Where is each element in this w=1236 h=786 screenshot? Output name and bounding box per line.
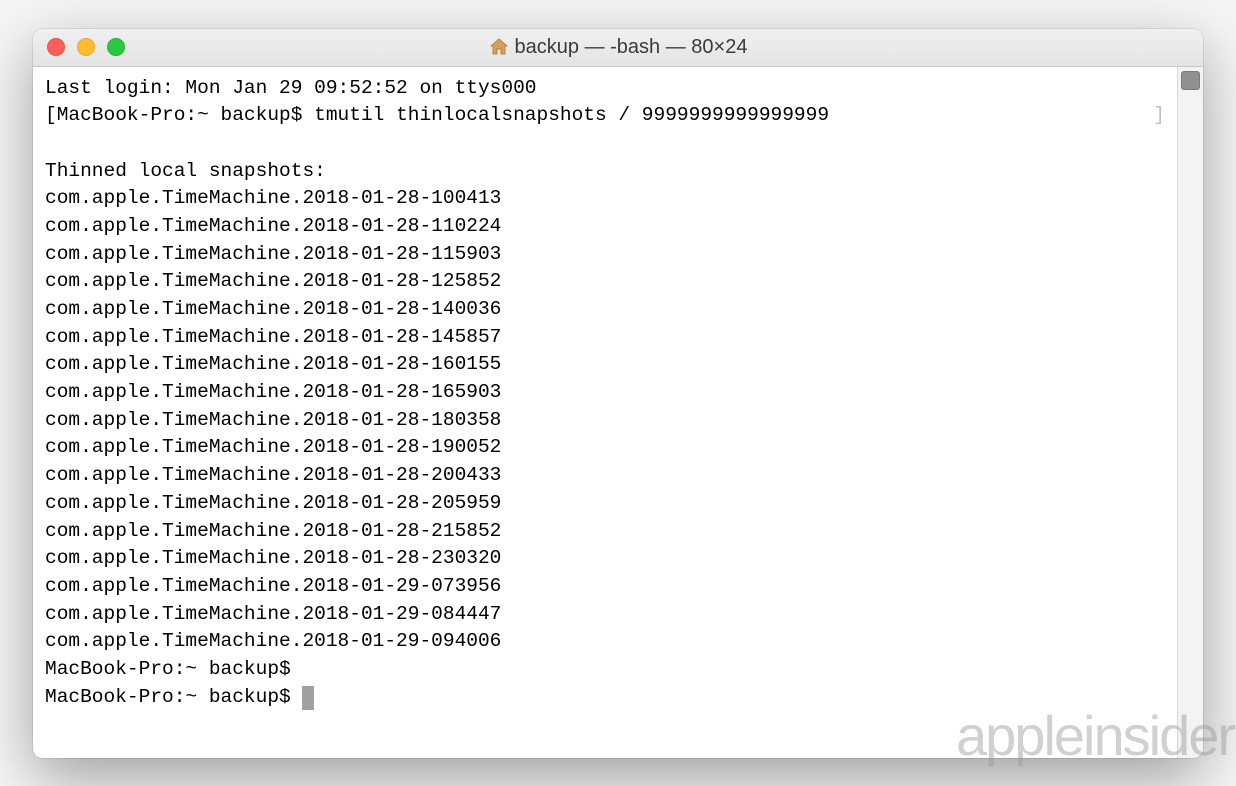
snapshot-line: com.apple.TimeMachine.2018-01-29-084447 [45,601,1165,629]
snapshot-line: com.apple.TimeMachine.2018-01-28-125852 [45,268,1165,296]
cursor [302,686,314,710]
prompt: MacBook-Pro:~ backup$ [57,104,303,126]
snapshot-line: com.apple.TimeMachine.2018-01-28-100413 [45,185,1165,213]
snapshot-line: com.apple.TimeMachine.2018-01-28-215852 [45,518,1165,546]
snapshot-line: com.apple.TimeMachine.2018-01-28-180358 [45,407,1165,435]
snapshot-line: com.apple.TimeMachine.2018-01-28-160155 [45,351,1165,379]
terminal-window: backup — -bash — 80×24 Last login: Mon J… [33,29,1203,758]
scrollbar-thumb[interactable] [1181,71,1200,90]
snapshot-line: com.apple.TimeMachine.2018-01-29-073956 [45,573,1165,601]
blank-line [45,130,1165,158]
empty-prompt-1: MacBook-Pro:~ backup$ [45,656,1165,684]
command-line: [MacBook-Pro:~ backup$ tmutil thinlocals… [45,102,1165,130]
active-prompt[interactable]: MacBook-Pro:~ backup$ [45,684,1165,712]
terminal-body: Last login: Mon Jan 29 09:52:52 on ttys0… [33,67,1203,758]
traffic-lights [47,38,125,56]
snapshot-line: com.apple.TimeMachine.2018-01-28-115903 [45,241,1165,269]
scrollbar-track[interactable] [1177,67,1203,758]
snapshot-line: com.apple.TimeMachine.2018-01-28-205959 [45,490,1165,518]
snapshot-line: com.apple.TimeMachine.2018-01-28-145857 [45,324,1165,352]
snapshot-line: com.apple.TimeMachine.2018-01-28-140036 [45,296,1165,324]
snapshot-line: com.apple.TimeMachine.2018-01-28-200433 [45,462,1165,490]
output-header: Thinned local snapshots: [45,158,1165,186]
command-text: tmutil thinlocalsnapshots / 999999999999… [314,104,829,126]
minimize-button[interactable] [77,38,95,56]
snapshot-line: com.apple.TimeMachine.2018-01-28-110224 [45,213,1165,241]
snapshot-line: com.apple.TimeMachine.2018-01-28-165903 [45,379,1165,407]
snapshot-line: com.apple.TimeMachine.2018-01-28-190052 [45,434,1165,462]
close-button[interactable] [47,38,65,56]
title-bar[interactable]: backup — -bash — 80×24 [33,29,1203,67]
last-login-line: Last login: Mon Jan 29 09:52:52 on ttys0… [45,75,1165,103]
home-icon [489,37,509,57]
terminal-content[interactable]: Last login: Mon Jan 29 09:52:52 on ttys0… [33,67,1177,758]
snapshot-line: com.apple.TimeMachine.2018-01-28-230320 [45,545,1165,573]
title-container: backup — -bash — 80×24 [45,36,1191,59]
maximize-button[interactable] [107,38,125,56]
snapshot-line: com.apple.TimeMachine.2018-01-29-094006 [45,628,1165,656]
window-title: backup — -bash — 80×24 [515,36,748,59]
